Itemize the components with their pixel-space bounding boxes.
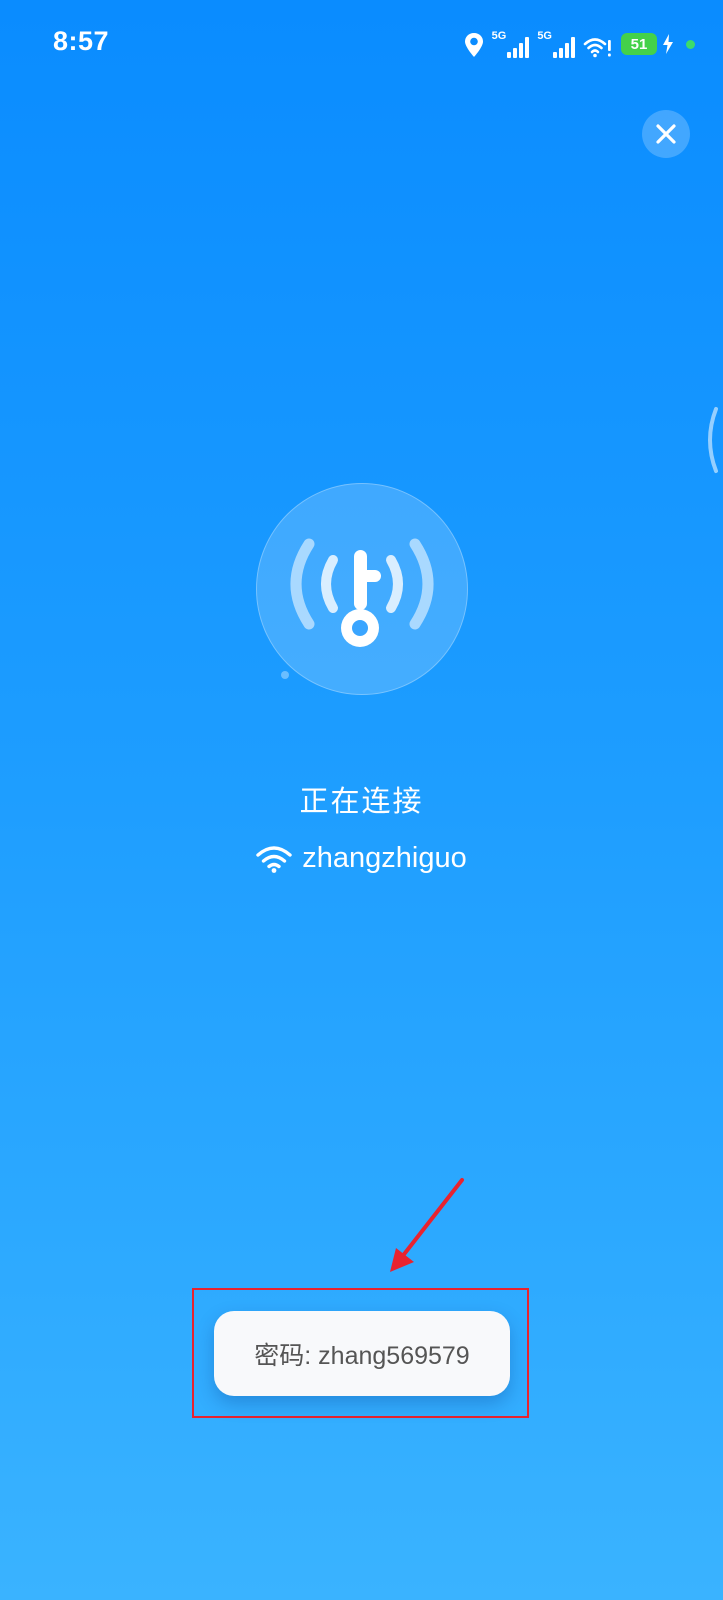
signal-5g-icon: 5G xyxy=(492,30,530,58)
wifi-warning-icon xyxy=(583,30,613,58)
wifi-icon xyxy=(256,845,292,873)
signal-5g-icon: 5G xyxy=(537,30,575,58)
wifi-key-logo xyxy=(256,483,468,695)
annotation-arrow xyxy=(390,1178,464,1272)
close-button[interactable] xyxy=(642,110,690,158)
charging-icon xyxy=(662,30,674,58)
decorative-dot xyxy=(281,671,289,679)
connection-status-text: 正在连接 xyxy=(299,786,424,818)
privacy-dot-icon xyxy=(686,39,695,49)
location-icon xyxy=(464,30,484,58)
password-text: 密码: zhang569579 xyxy=(254,1341,470,1370)
status-bar: 8:57 5G 5G 51 xyxy=(0,0,723,90)
status-time: 8:57 xyxy=(53,26,110,56)
battery-icon: 51 xyxy=(621,30,657,58)
close-icon xyxy=(656,124,676,144)
ssid-name: zhangzhiguo xyxy=(302,842,467,874)
password-toast: 密码: zhang569579 xyxy=(214,1311,510,1396)
ssid-row: zhangzhiguo xyxy=(0,842,723,875)
wifi-key-icon xyxy=(290,538,434,647)
status-icons: 5G 5G 51 xyxy=(464,28,695,60)
edge-handle[interactable] xyxy=(700,405,723,475)
